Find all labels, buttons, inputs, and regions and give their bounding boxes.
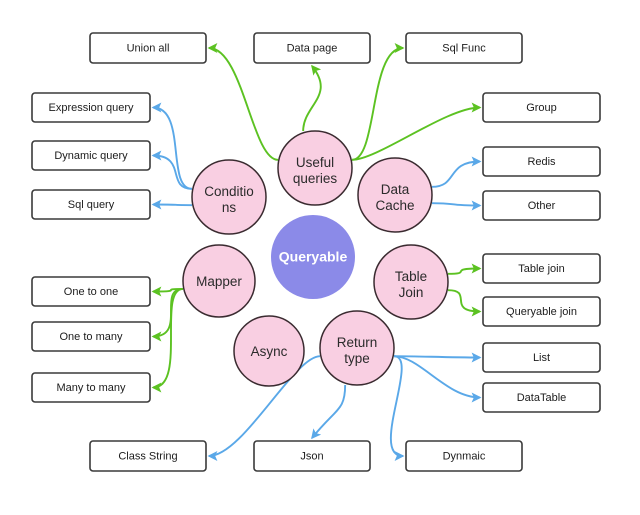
leaf-box-label: Group xyxy=(526,102,557,114)
edge-useful-queries-to-group xyxy=(351,102,482,161)
branch-node-useful-queries[interactable]: Usefulqueries xyxy=(277,130,353,206)
leaf-box-label: List xyxy=(533,352,550,364)
branch-label-line1: Table xyxy=(395,269,427,284)
leaf-box-label: One to many xyxy=(60,331,123,343)
edge-return-type-to-dynmaic xyxy=(389,355,405,461)
diagram-canvas: Union all Data page Sql Func Expression que… xyxy=(31,32,601,472)
branch-label-line1: Data xyxy=(381,182,410,197)
leaf-box-dynamic-query[interactable]: Dynamic query xyxy=(31,140,151,171)
branch-label-line2: Join xyxy=(399,285,424,300)
branch-label-line2: ns xyxy=(222,200,237,215)
leaf-box-label: Redis xyxy=(527,156,556,168)
branch-label: Async xyxy=(251,344,288,359)
leaf-box-label: Sql query xyxy=(68,199,115,211)
leaf-box-queryable-join[interactable]: Queryable join xyxy=(482,296,601,327)
branch-node-return-type[interactable]: Returntype xyxy=(319,310,395,386)
leaf-box-label: Data page xyxy=(287,42,338,54)
edge-table-join-to-queryable-join xyxy=(447,289,482,317)
leaf-box-sql-func[interactable]: Sql Func xyxy=(405,32,523,64)
branch-label-line1: Conditio xyxy=(204,184,254,199)
leaf-box-other[interactable]: Other xyxy=(482,190,601,221)
edge-conditions-to-sql-query xyxy=(151,199,193,210)
leaf-box-group[interactable]: Group xyxy=(482,92,601,123)
leaf-box-sql-query[interactable]: Sql query xyxy=(31,189,151,220)
leaf-box-one-to-one[interactable]: One to one xyxy=(31,276,151,307)
branch-node-data-cache[interactable]: DataCache xyxy=(357,157,433,233)
branch-node-async[interactable]: Async xyxy=(233,315,305,387)
leaf-box-json[interactable]: Json xyxy=(253,440,371,472)
branch-label-line1: Return xyxy=(337,335,378,350)
leaf-box-label: Union all xyxy=(127,42,170,54)
edge-conditions-to-expression-query xyxy=(151,102,193,190)
edge-return-type-to-datatable xyxy=(393,355,482,403)
edge-conditions-to-dynamic-query xyxy=(151,150,193,190)
edge-return-type-to-list xyxy=(393,352,482,363)
edge-useful-queries-to-union-all xyxy=(207,43,279,161)
edge-mapper-to-many-to-many xyxy=(151,287,184,393)
leaf-box-label: Dynamic query xyxy=(54,150,128,162)
edge-data-cache-to-other xyxy=(431,200,482,211)
branch-label-line2: queries xyxy=(293,171,338,186)
leaf-box-label: Json xyxy=(300,450,323,462)
branch-node-conditions[interactable]: Conditions xyxy=(191,159,267,235)
leaf-box-label: Table join xyxy=(518,263,564,275)
center-node-queryable[interactable]: Queryable xyxy=(271,215,355,299)
center-node: Queryable xyxy=(271,215,355,299)
leaf-box-expression-query[interactable]: Expression query xyxy=(31,92,151,123)
edge-useful-queries-to-data-page xyxy=(302,64,322,132)
leaf-box-label: Many to many xyxy=(56,382,126,394)
leaf-box-label: DataTable xyxy=(517,392,567,404)
leaf-box-union-all[interactable]: Union all xyxy=(89,32,207,64)
branch-label-line2: type xyxy=(344,351,370,366)
leaf-box-label: Sql Func xyxy=(442,42,486,54)
edge-table-join-to-table-join-leaf xyxy=(447,263,482,275)
leaf-box-redis[interactable]: Redis xyxy=(482,146,601,177)
edge-return-type-to-json xyxy=(311,384,347,440)
leaf-box-class-string[interactable]: Class String xyxy=(89,440,207,472)
leaf-box-label: Queryable join xyxy=(506,306,577,318)
leaf-box-datatable[interactable]: DataTable xyxy=(482,382,601,413)
mindmap-diagram: Union all Data page Sql Func Expression que… xyxy=(0,0,640,515)
leaf-box-list[interactable]: List xyxy=(482,342,601,373)
leaf-box-label: Expression query xyxy=(49,102,134,114)
leaf-box-data-page[interactable]: Data page xyxy=(253,32,371,64)
edge-mapper-to-one-to-many xyxy=(151,287,184,342)
leaf-box-label: Dynmaic xyxy=(443,450,486,462)
branch-label-line2: Cache xyxy=(375,198,414,213)
leaf-box-label: Class String xyxy=(118,450,177,462)
leaf-box-table-join-leaf[interactable]: Table join xyxy=(482,253,601,284)
leaf-box-dynmaic[interactable]: Dynmaic xyxy=(405,440,523,472)
center-node-label: Queryable xyxy=(279,249,348,265)
edge-data-cache-to-redis xyxy=(431,156,482,188)
branch-node-mapper[interactable]: Mapper xyxy=(182,244,256,318)
leaf-box-label: Other xyxy=(528,200,556,212)
leaf-box-one-to-many[interactable]: One to many xyxy=(31,321,151,352)
branch-node-table-join[interactable]: TableJoin xyxy=(373,244,449,320)
leaf-box-label: One to one xyxy=(64,286,118,298)
leaf-box-many-to-many[interactable]: Many to many xyxy=(31,372,151,403)
branch-label: Mapper xyxy=(196,274,242,289)
branch-label-line1: Useful xyxy=(296,155,334,170)
